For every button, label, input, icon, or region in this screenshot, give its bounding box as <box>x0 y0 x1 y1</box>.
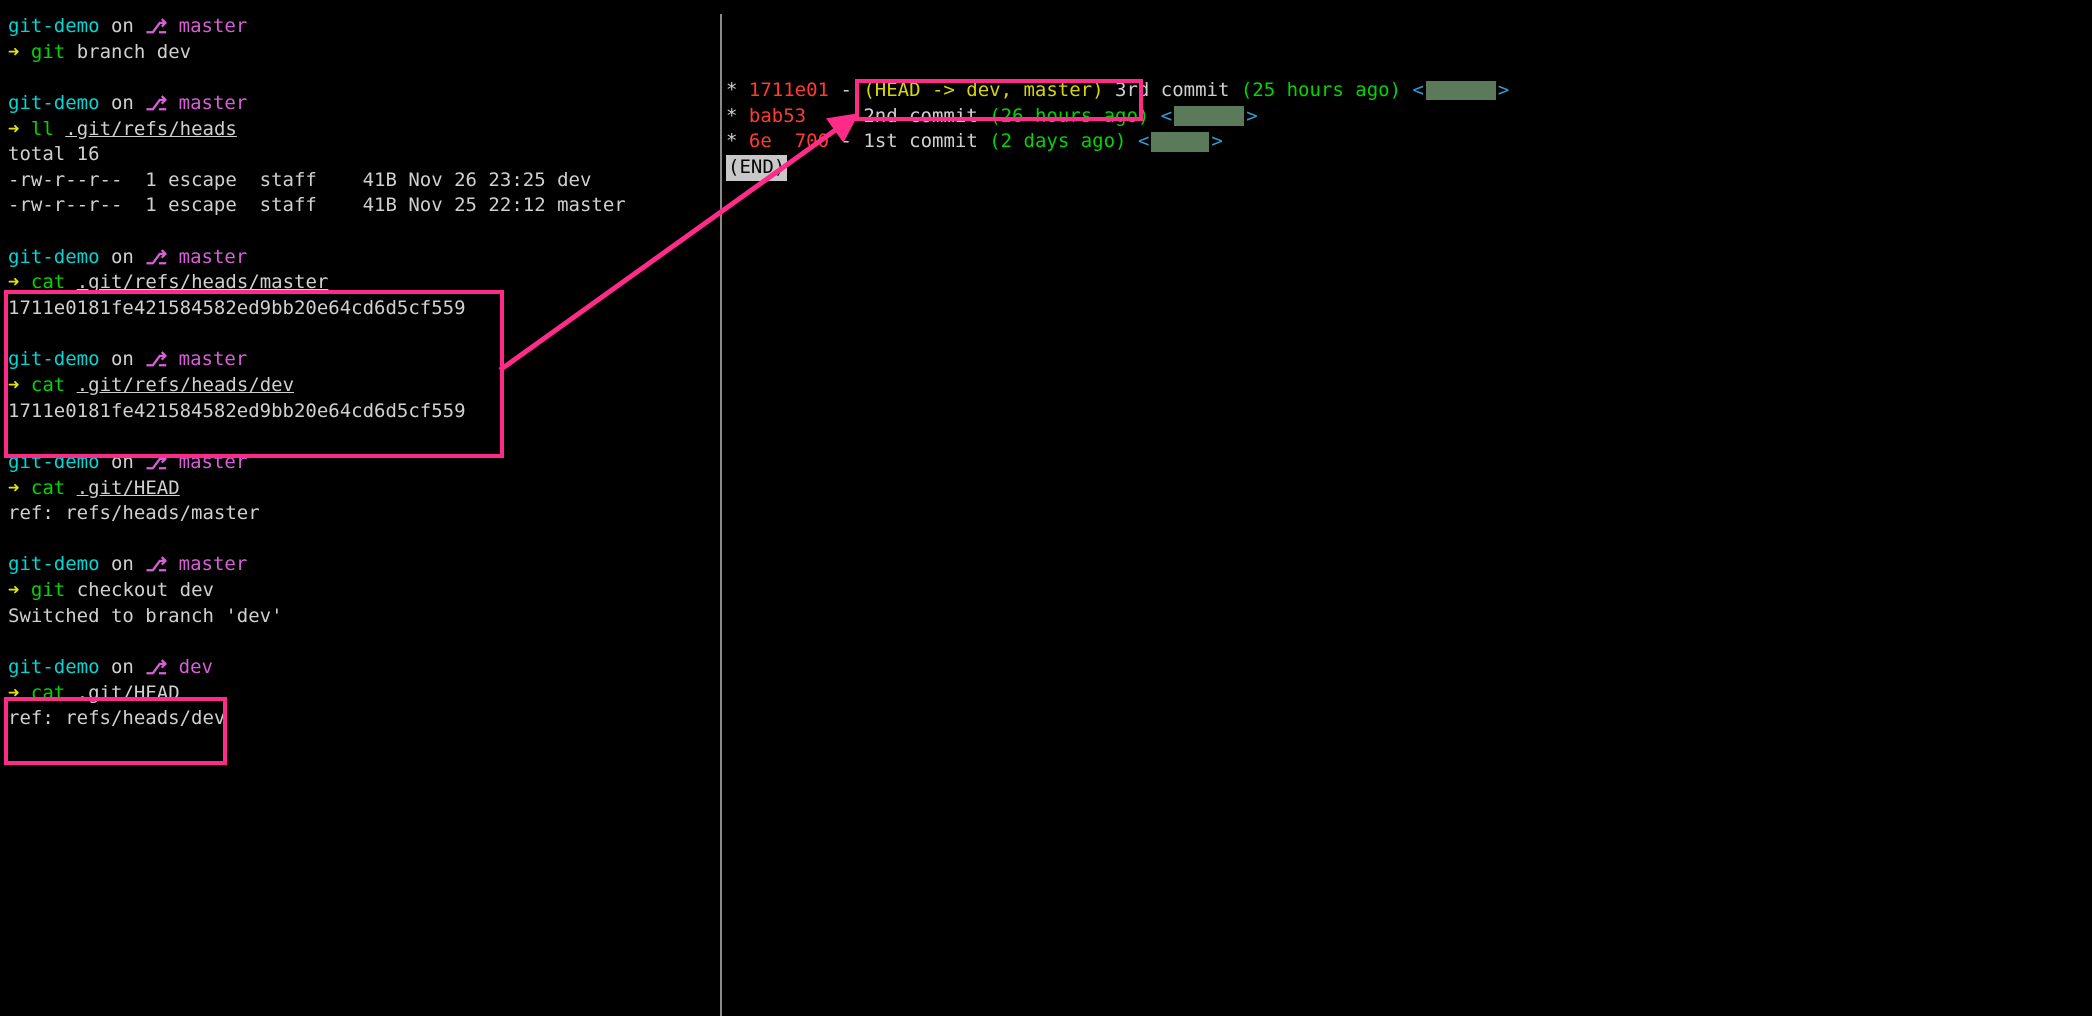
prompt-line: git-demo on ⎇ master <box>8 450 720 476</box>
command-line: ➜ cat .git/HEAD <box>8 681 720 707</box>
output-line: -rw-r--r-- 1 escape staff 41B Nov 26 23:… <box>8 168 720 194</box>
prompt-line: git-demo on ⎇ master <box>8 347 720 373</box>
prompt-line: git-demo on ⎇ master <box>8 552 720 578</box>
prompt-line: git-demo on ⎇ master <box>8 91 720 117</box>
output-line: 1711e0181fe421584582ed9bb20e64cd6d5cf559 <box>8 399 720 425</box>
pane-divider[interactable] <box>720 14 722 1016</box>
prompt-line: git-demo on ⎇ master <box>8 14 720 40</box>
output-line: total 16 <box>8 142 720 168</box>
command-line: ➜ git checkout dev <box>8 578 720 604</box>
pager-end: (END) <box>726 155 2092 181</box>
command-line: ➜ ll .git/refs/heads <box>8 117 720 143</box>
output-line: ref: refs/heads/master <box>8 501 720 527</box>
log-line: * bab53 - 2nd commit (26 hours ago) <> <box>726 104 2092 130</box>
terminal-left-pane[interactable]: git-demo on ⎇ master ➜ git branch dev gi… <box>0 14 720 1016</box>
branch-icon: ⎇ <box>145 15 167 41</box>
branch-icon: ⎇ <box>145 348 167 374</box>
redacted-author <box>1426 81 1496 101</box>
branch-icon: ⎇ <box>145 553 167 579</box>
command-line: ➜ cat .git/HEAD <box>8 476 720 502</box>
branch-icon: ⎇ <box>145 246 167 272</box>
redacted-author <box>1151 132 1209 152</box>
output-line: -rw-r--r-- 1 escape staff 41B Nov 25 22:… <box>8 193 720 219</box>
branch-icon: ⎇ <box>145 451 167 477</box>
log-line: * 6e 700 - 1st commit (2 days ago) <> <box>726 129 2092 155</box>
redacted-author <box>1174 106 1244 126</box>
output-line: ref: refs/heads/dev <box>8 706 720 732</box>
command-line: ➜ git branch dev <box>8 40 720 66</box>
command-line: ➜ cat .git/refs/heads/dev <box>8 373 720 399</box>
branch-icon: ⎇ <box>145 656 167 682</box>
branch-icon: ⎇ <box>145 92 167 118</box>
output-line: 1711e0181fe421584582ed9bb20e64cd6d5cf559 <box>8 296 720 322</box>
prompt-line: git-demo on ⎇ dev <box>8 655 720 681</box>
output-line: Switched to branch 'dev' <box>8 604 720 630</box>
command-line: ➜ cat .git/refs/heads/master <box>8 270 720 296</box>
terminal-right-pane[interactable]: * 1711e01 - (HEAD -> dev, master) 3rd co… <box>720 14 2092 1016</box>
prompt-line: git-demo on ⎇ master <box>8 245 720 271</box>
log-line: * 1711e01 - (HEAD -> dev, master) 3rd co… <box>726 78 2092 104</box>
